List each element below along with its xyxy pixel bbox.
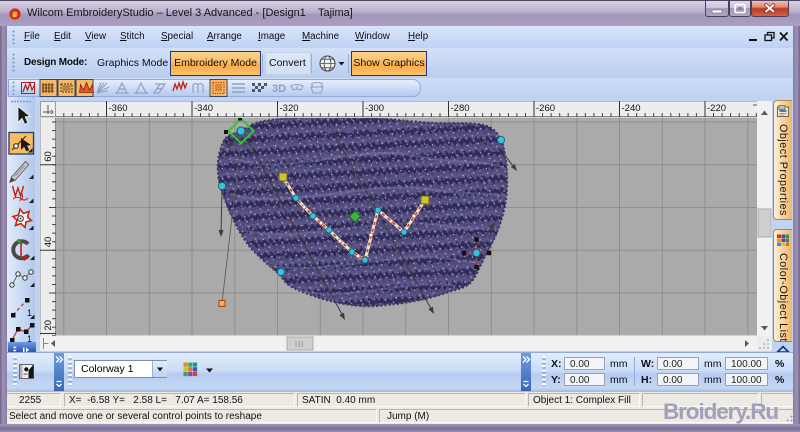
svg-text:-280: -280 — [451, 103, 470, 114]
svg-text:-260: -260 — [536, 103, 555, 114]
svg-text:-300: -300 — [365, 103, 384, 114]
svg-text:3D: 3D — [272, 83, 286, 95]
svg-text:-360: -360 — [109, 103, 128, 114]
svg-text:-340: -340 — [194, 103, 213, 114]
svg-text:1: 1 — [27, 334, 32, 342]
svg-text:-240: -240 — [622, 103, 641, 114]
svg-text:1: 1 — [27, 308, 32, 318]
svg-text:-220: -220 — [707, 103, 726, 114]
svg-text:60: 60 — [43, 151, 54, 162]
svg-text:40: 40 — [43, 237, 54, 248]
svg-text:-320: -320 — [280, 103, 299, 114]
svg-text:20: 20 — [43, 320, 54, 331]
